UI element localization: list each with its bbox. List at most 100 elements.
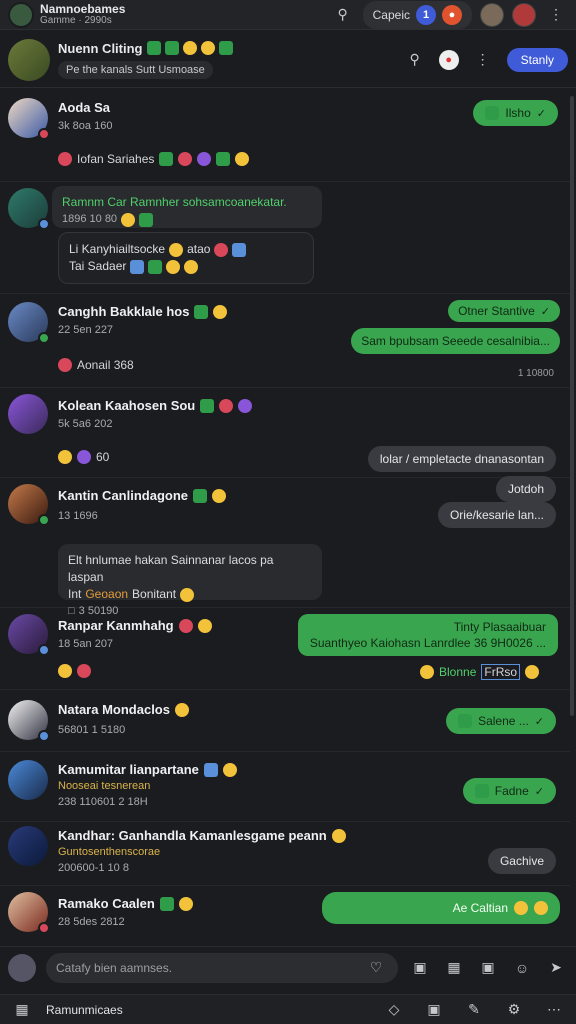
sticker-icon[interactable]: ▣	[408, 956, 432, 980]
reply-bubble[interactable]: Fadne ✓	[462, 778, 556, 804]
app-avatar[interactable]	[8, 1, 34, 28]
emoji-icon	[218, 41, 233, 55]
chat-name: Nuenn Cliting	[58, 41, 233, 56]
avatar[interactable]	[8, 614, 50, 656]
emoji-icon	[474, 784, 489, 798]
reply-bubble[interactable]: Sam bpubsam Seeede cesalnibia...	[351, 328, 560, 354]
contact-avatar[interactable]	[480, 2, 504, 27]
user-name: Kandhar: Ganhandla Kamanlesgame peann	[58, 828, 346, 843]
reply-text: Gachive	[499, 854, 544, 868]
chat-info: Nuenn Cliting Pe the kanals Sutt Usmoase	[58, 41, 233, 79]
user-meta-highlight: Guntosenthenscorae	[58, 846, 161, 858]
avatar[interactable]	[8, 760, 48, 800]
emoji-icon	[420, 665, 434, 679]
reply-bubble[interactable]: Ae Caltian	[322, 892, 560, 924]
chat-name-text: Nuenn Cliting	[58, 40, 143, 56]
reaction-icon[interactable]: ●	[438, 49, 459, 70]
profile-avatar[interactable]	[512, 2, 536, 27]
smile-icon[interactable]: ☺	[510, 956, 534, 980]
emoji-icon	[180, 587, 195, 602]
quoted-message[interactable]: Ramnm Car Ramnher sohsamcoanekatar. 1896…	[52, 186, 322, 228]
reply-text: lolar / empletacte dnanasontan	[379, 452, 544, 466]
list-item[interactable]: Kamumitar lianpartane Nooseai tesnerean …	[0, 752, 570, 822]
account-pill[interactable]: Capeic 1 ●	[362, 0, 472, 29]
scrollbar[interactable]	[570, 96, 574, 716]
emoji-icon	[184, 259, 199, 274]
image-icon[interactable]: ▣	[476, 956, 500, 980]
list-item[interactable]: Kandhar: Ganhandla Kamanlesgame peann Gu…	[0, 822, 570, 886]
emoji-icon	[212, 488, 226, 503]
list-item[interactable]: Aoda Sa 3k 8oa 160 Iofan Sariahes Ilsho …	[0, 92, 570, 182]
emoji-icon	[148, 259, 163, 274]
image-icon[interactable]: ▣	[422, 998, 446, 1022]
message-note: Aonail 368	[58, 358, 134, 372]
list-item[interactable]: Kantin Canlindagone 13 1696 Jotdoh Orie/…	[0, 476, 570, 617]
emoji-icon	[178, 896, 193, 911]
card-text: atao	[187, 242, 211, 256]
app-title: Namnoebames	[40, 1, 126, 16]
reply-bubble[interactable]: Otner Stantive ✓	[448, 300, 560, 322]
edit-icon[interactable]: ✎	[462, 998, 486, 1022]
status-badge	[38, 922, 50, 934]
message-card[interactable]: Elt hnlumae hakan Sainnanar lacos pa las…	[58, 544, 322, 617]
list-item[interactable]: Natara Mondaclos 56801 1 5180 Salene ...…	[0, 690, 570, 752]
avatar[interactable]	[8, 394, 48, 434]
list-item[interactable]: Kolean Kaahosen Sou 5k 5a6 202 60 lolar …	[0, 388, 570, 478]
avatar[interactable]	[8, 892, 50, 934]
emoji-picker-icon[interactable]: ♡	[364, 956, 388, 980]
reply-bubble[interactable]: Tinty Plasaaibuar Suanthyeo Kaiohasn Lan…	[297, 614, 558, 656]
attach-icon[interactable]: ▦	[442, 956, 466, 980]
alert-icon[interactable]: ●	[442, 4, 462, 25]
message-feed: Aoda Sa 3k 8oa 160 Iofan Sariahes Ilsho …	[0, 92, 570, 942]
tag-icon[interactable]: ◇	[382, 998, 406, 1022]
reply-bubble[interactable]: Salene ... ✓	[446, 708, 556, 734]
menu-icon[interactable]: ⋮	[544, 3, 568, 27]
quote-meta-text: 1896 10 80	[62, 213, 118, 225]
avatar[interactable]	[8, 826, 48, 866]
message-input[interactable]	[56, 960, 364, 975]
grid-icon[interactable]: ▦	[10, 998, 34, 1022]
user-name-text: Ramako Caalen	[58, 896, 155, 911]
app-subtitle: Gamme · 2990s	[40, 14, 112, 26]
emoji-icon	[58, 450, 72, 464]
emoji-icon	[77, 450, 91, 464]
user-name: Canghh Bakklale hos	[58, 304, 228, 319]
check-icon: ✓	[536, 107, 546, 120]
reply-bubble[interactable]: Orie/kesarie lan...	[437, 502, 556, 528]
send-icon[interactable]: ➤	[544, 956, 568, 980]
user-name: Kolean Kaahosen Sou	[58, 398, 253, 413]
avatar[interactable]	[8, 484, 50, 526]
my-avatar[interactable]	[8, 953, 36, 982]
list-item[interactable]: Ramnm Car Ramnher sohsamcoanekatar. 1896…	[0, 182, 570, 294]
list-item[interactable]: Canghh Bakklale hos 22 5en 227 Aonail 36…	[0, 294, 570, 388]
chat-image[interactable]	[8, 38, 50, 81]
reply-bubble[interactable]: Jotdoh	[495, 476, 556, 502]
user-name-text: Kandhar: Ganhandla Kamanlesgame peann	[58, 828, 327, 843]
more-icon[interactable]: ⋯	[542, 998, 566, 1022]
user-name: Kamumitar lianpartane	[58, 762, 237, 777]
emoji-icon	[485, 106, 500, 120]
emoji-icon	[197, 152, 212, 166]
avatar[interactable]	[8, 188, 50, 230]
reply-bubble[interactable]: Gachive	[487, 848, 556, 874]
reply-bubble[interactable]: Ilsho ✓	[473, 100, 558, 126]
list-item[interactable]: Ranpar Kanmhahg 18 5an 207 Tinty Plasaai…	[0, 608, 570, 690]
reply-text: Suanthyeo Kaiohasn Lanrdlee 36 9H0026 ..…	[309, 636, 546, 650]
search-icon[interactable]: ⚲	[331, 3, 355, 27]
avatar[interactable]	[8, 700, 50, 742]
settings-icon[interactable]: ⚙	[502, 998, 526, 1022]
status-badge	[38, 218, 50, 230]
list-item[interactable]: Ramako Caalen 28 5des 2812 Ae Caltian	[0, 886, 570, 942]
search-icon[interactable]: ⚲	[403, 48, 427, 72]
status-badge	[38, 514, 50, 526]
more-icon[interactable]: ⋮	[471, 48, 495, 72]
avatar[interactable]	[8, 302, 50, 344]
message-field[interactable]: ♡	[46, 952, 398, 983]
quote-text: Ramnm Car Ramnher sohsamcoanekatar.	[62, 195, 287, 209]
avatar[interactable]	[8, 98, 50, 140]
status-button[interactable]: Stanly	[506, 47, 568, 72]
check-icon: ✓	[540, 305, 550, 318]
reply-bubble[interactable]: lolar / empletacte dnanasontan	[367, 446, 556, 472]
sticker-card[interactable]: Li Kanyhiailtsocke atao Tai Sadaer	[58, 232, 314, 284]
reply-text: Tinty Plasaaibuar	[453, 620, 546, 634]
